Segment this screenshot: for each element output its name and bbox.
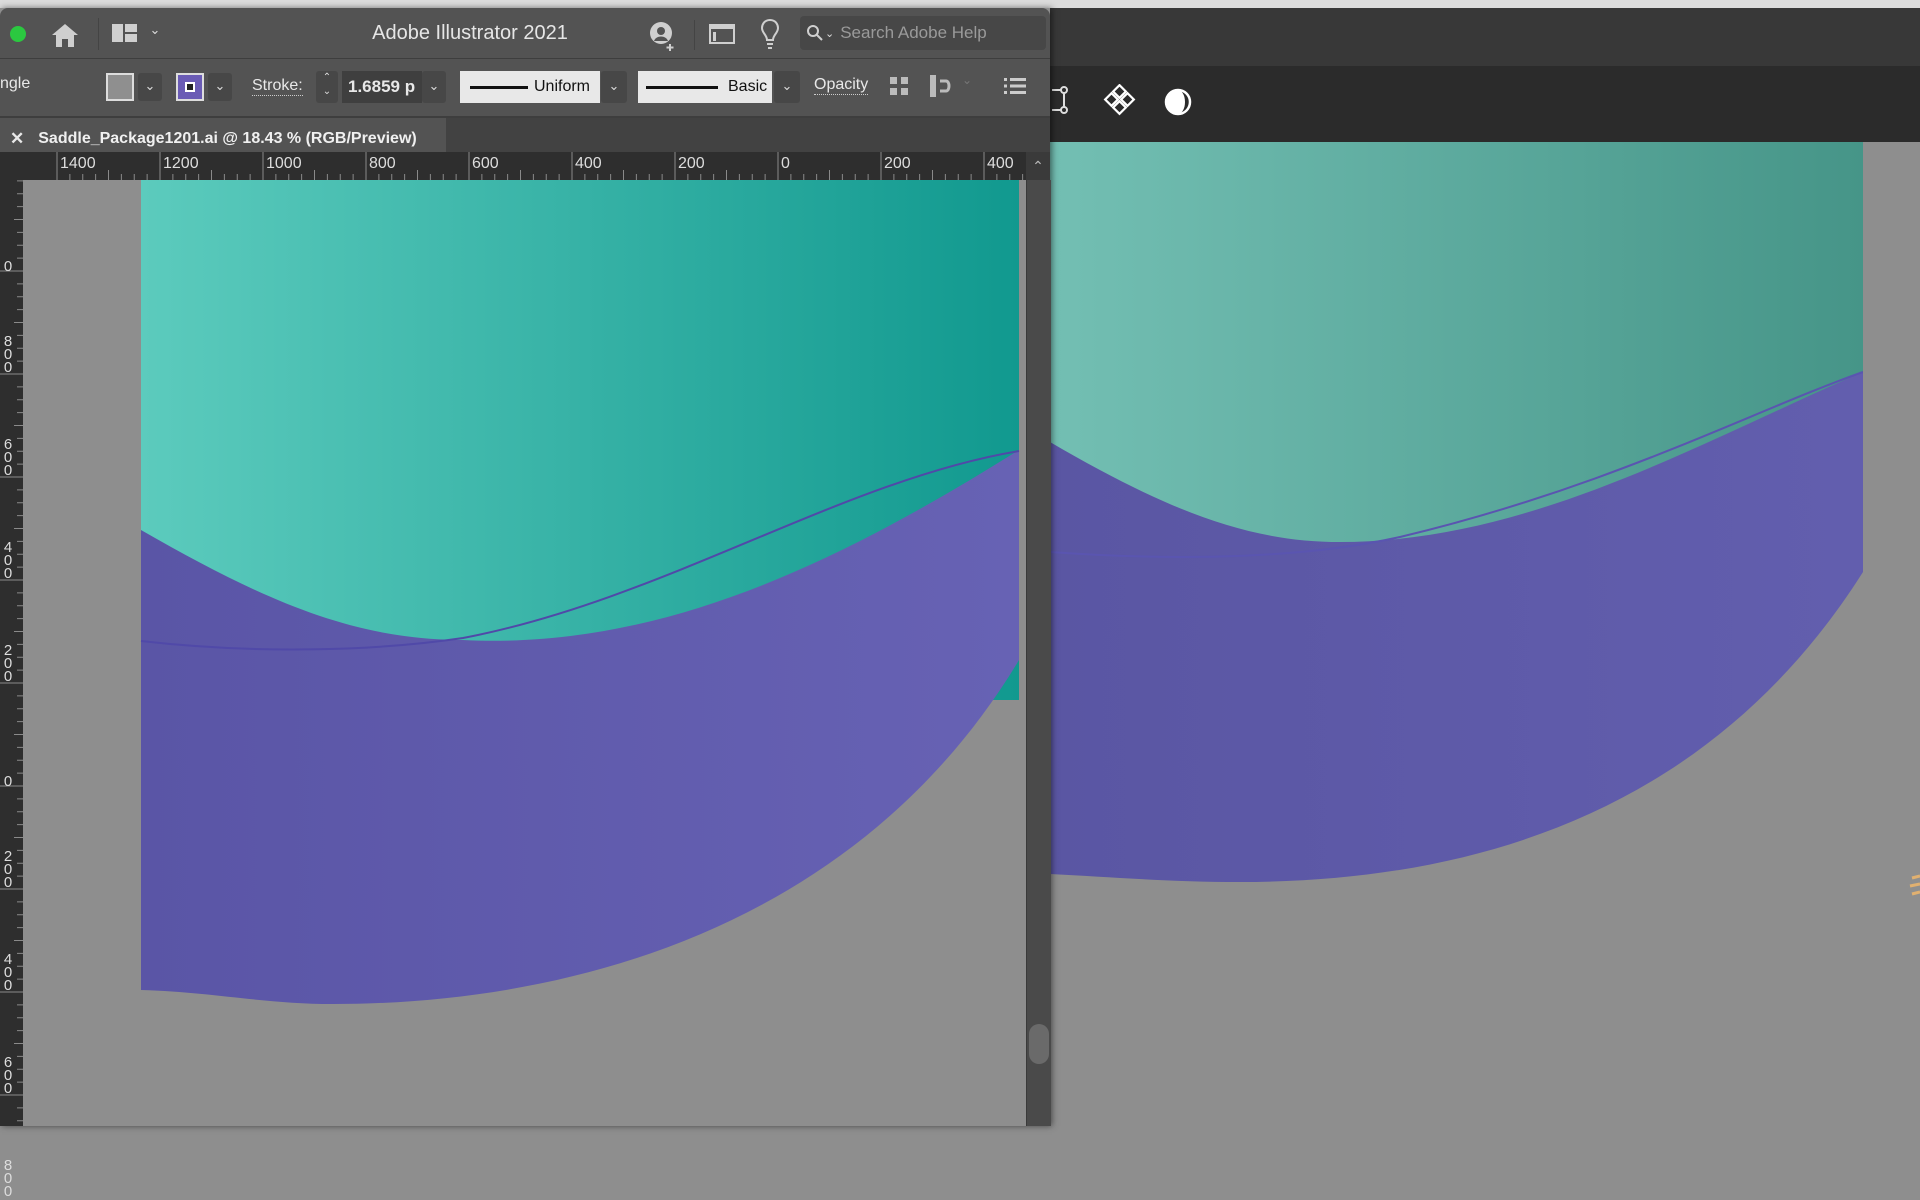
background-window: [1050, 8, 1920, 1126]
stroke-label[interactable]: Stroke:: [252, 77, 303, 96]
ruler-label: 0: [781, 155, 790, 172]
ruler-label: 1000: [266, 155, 302, 172]
document-tab-label: Saddle_Package1201.ai @ 18.43 % (RGB/Pre…: [38, 130, 417, 147]
variable-width-profile-select[interactable]: Uniform: [460, 71, 600, 103]
profile-label: Uniform: [534, 78, 591, 95]
artwork: [140, 180, 1020, 1004]
screen-mode-icon[interactable]: [708, 22, 736, 46]
ruler-label: 1200: [163, 155, 199, 172]
background-artwork: [1050, 142, 1920, 1126]
search-placeholder: Search Adobe Help: [840, 23, 987, 42]
contrast-icon[interactable]: [1160, 84, 1196, 120]
background-window-toolbar: [1050, 66, 1920, 142]
ruler-label: 400: [575, 155, 602, 172]
snap-dropdown-chevron-icon[interactable]: ⌄: [962, 73, 972, 87]
ruler-label: 0: [3, 258, 13, 275]
fill-swatch[interactable]: [106, 73, 134, 101]
control-bar: ngle ⌄ ⌄ Stroke: ⌃ ⌄ 1.6859 p ⌄ Uniform ⌄…: [0, 58, 1050, 118]
stroke-weight-input[interactable]: 1.6859 p: [342, 71, 422, 103]
app-title: Adobe Illustrator 2021: [372, 22, 568, 44]
canvas[interactable]: [23, 180, 1027, 1126]
vertical-scrollbar[interactable]: [1026, 180, 1051, 1126]
components-icon[interactable]: [1102, 84, 1138, 120]
background-window-titlebar: [1050, 8, 1920, 66]
profile-dropdown-chevron-icon[interactable]: ⌄: [601, 71, 627, 103]
brush-definition-select[interactable]: Basic: [638, 71, 772, 103]
align-grid-icon[interactable]: [888, 75, 910, 97]
brush-line-preview: [646, 85, 718, 89]
fill-dropdown-chevron-icon[interactable]: ⌄: [138, 73, 162, 101]
ruler-label: 200: [884, 155, 911, 172]
selection-type-label: ngle: [0, 75, 31, 92]
opacity-label[interactable]: Opacity: [814, 76, 869, 95]
menu-bar-strip: [0, 0, 1920, 8]
ruler-label: 600: [3, 1054, 13, 1097]
vertical-ruler[interactable]: 0 800 600 400 200 0 200 400 600 800: [0, 180, 23, 1199]
stroke-swatch[interactable]: [176, 73, 204, 101]
lightbulb-icon[interactable]: [760, 18, 780, 52]
horizontal-ruler-ticks: [56, 152, 1024, 180]
stroke-dropdown-chevron-icon[interactable]: ⌄: [208, 73, 232, 101]
search-options-chevron-icon[interactable]: ⌄: [825, 27, 834, 40]
ruler-label: 600: [472, 155, 499, 172]
ruler-label: 0: [3, 773, 13, 790]
ruler-label: 400: [987, 155, 1014, 172]
ruler-label: 800: [369, 155, 396, 172]
stroke-swatch-icon: [185, 82, 195, 92]
ruler-label: 400: [3, 539, 13, 582]
user-add-icon[interactable]: [648, 20, 678, 52]
workspace-dropdown-chevron-icon[interactable]: ⌄: [148, 22, 162, 38]
profile-line-preview: [470, 85, 528, 89]
brush-dropdown-chevron-icon[interactable]: ⌄: [774, 71, 800, 103]
title-bar: ⌄ Adobe Illustrator 2021 ⌄ Search Adobe …: [0, 8, 1050, 58]
artboard-icon[interactable]: [1050, 84, 1086, 120]
search-icon: [807, 25, 823, 41]
scroll-up-arrow-icon[interactable]: ⌃: [1026, 152, 1050, 180]
horizontal-ruler[interactable]: 1400 1200 1000 800 600 400 200 0 200 400: [0, 152, 1050, 180]
search-help-input[interactable]: ⌄ Search Adobe Help: [800, 16, 1046, 50]
brush-label: Basic: [728, 78, 768, 95]
ruler-label: 200: [678, 155, 705, 172]
ruler-label: 1400: [60, 155, 96, 172]
ruler-label: 800: [3, 1157, 13, 1200]
workspace-layout-icon[interactable]: [112, 22, 138, 44]
ruler-label: 200: [3, 848, 13, 891]
window-zoom-button[interactable]: [10, 26, 26, 42]
panel-menu-icon[interactable]: [1004, 77, 1026, 95]
ruler-label: 600: [3, 436, 13, 479]
ruler-label: 200: [3, 642, 13, 685]
stroke-weight-stepper[interactable]: ⌃ ⌄: [316, 71, 338, 103]
stroke-weight-dropdown-chevron-icon[interactable]: ⌄: [422, 71, 446, 103]
ruler-label: 400: [3, 951, 13, 994]
home-icon[interactable]: [50, 22, 80, 48]
close-icon[interactable]: ✕: [10, 129, 24, 149]
ruler-label: 800: [3, 333, 13, 376]
snap-icon[interactable]: [928, 73, 954, 99]
vertical-scrollbar-thumb[interactable]: [1029, 1024, 1049, 1064]
